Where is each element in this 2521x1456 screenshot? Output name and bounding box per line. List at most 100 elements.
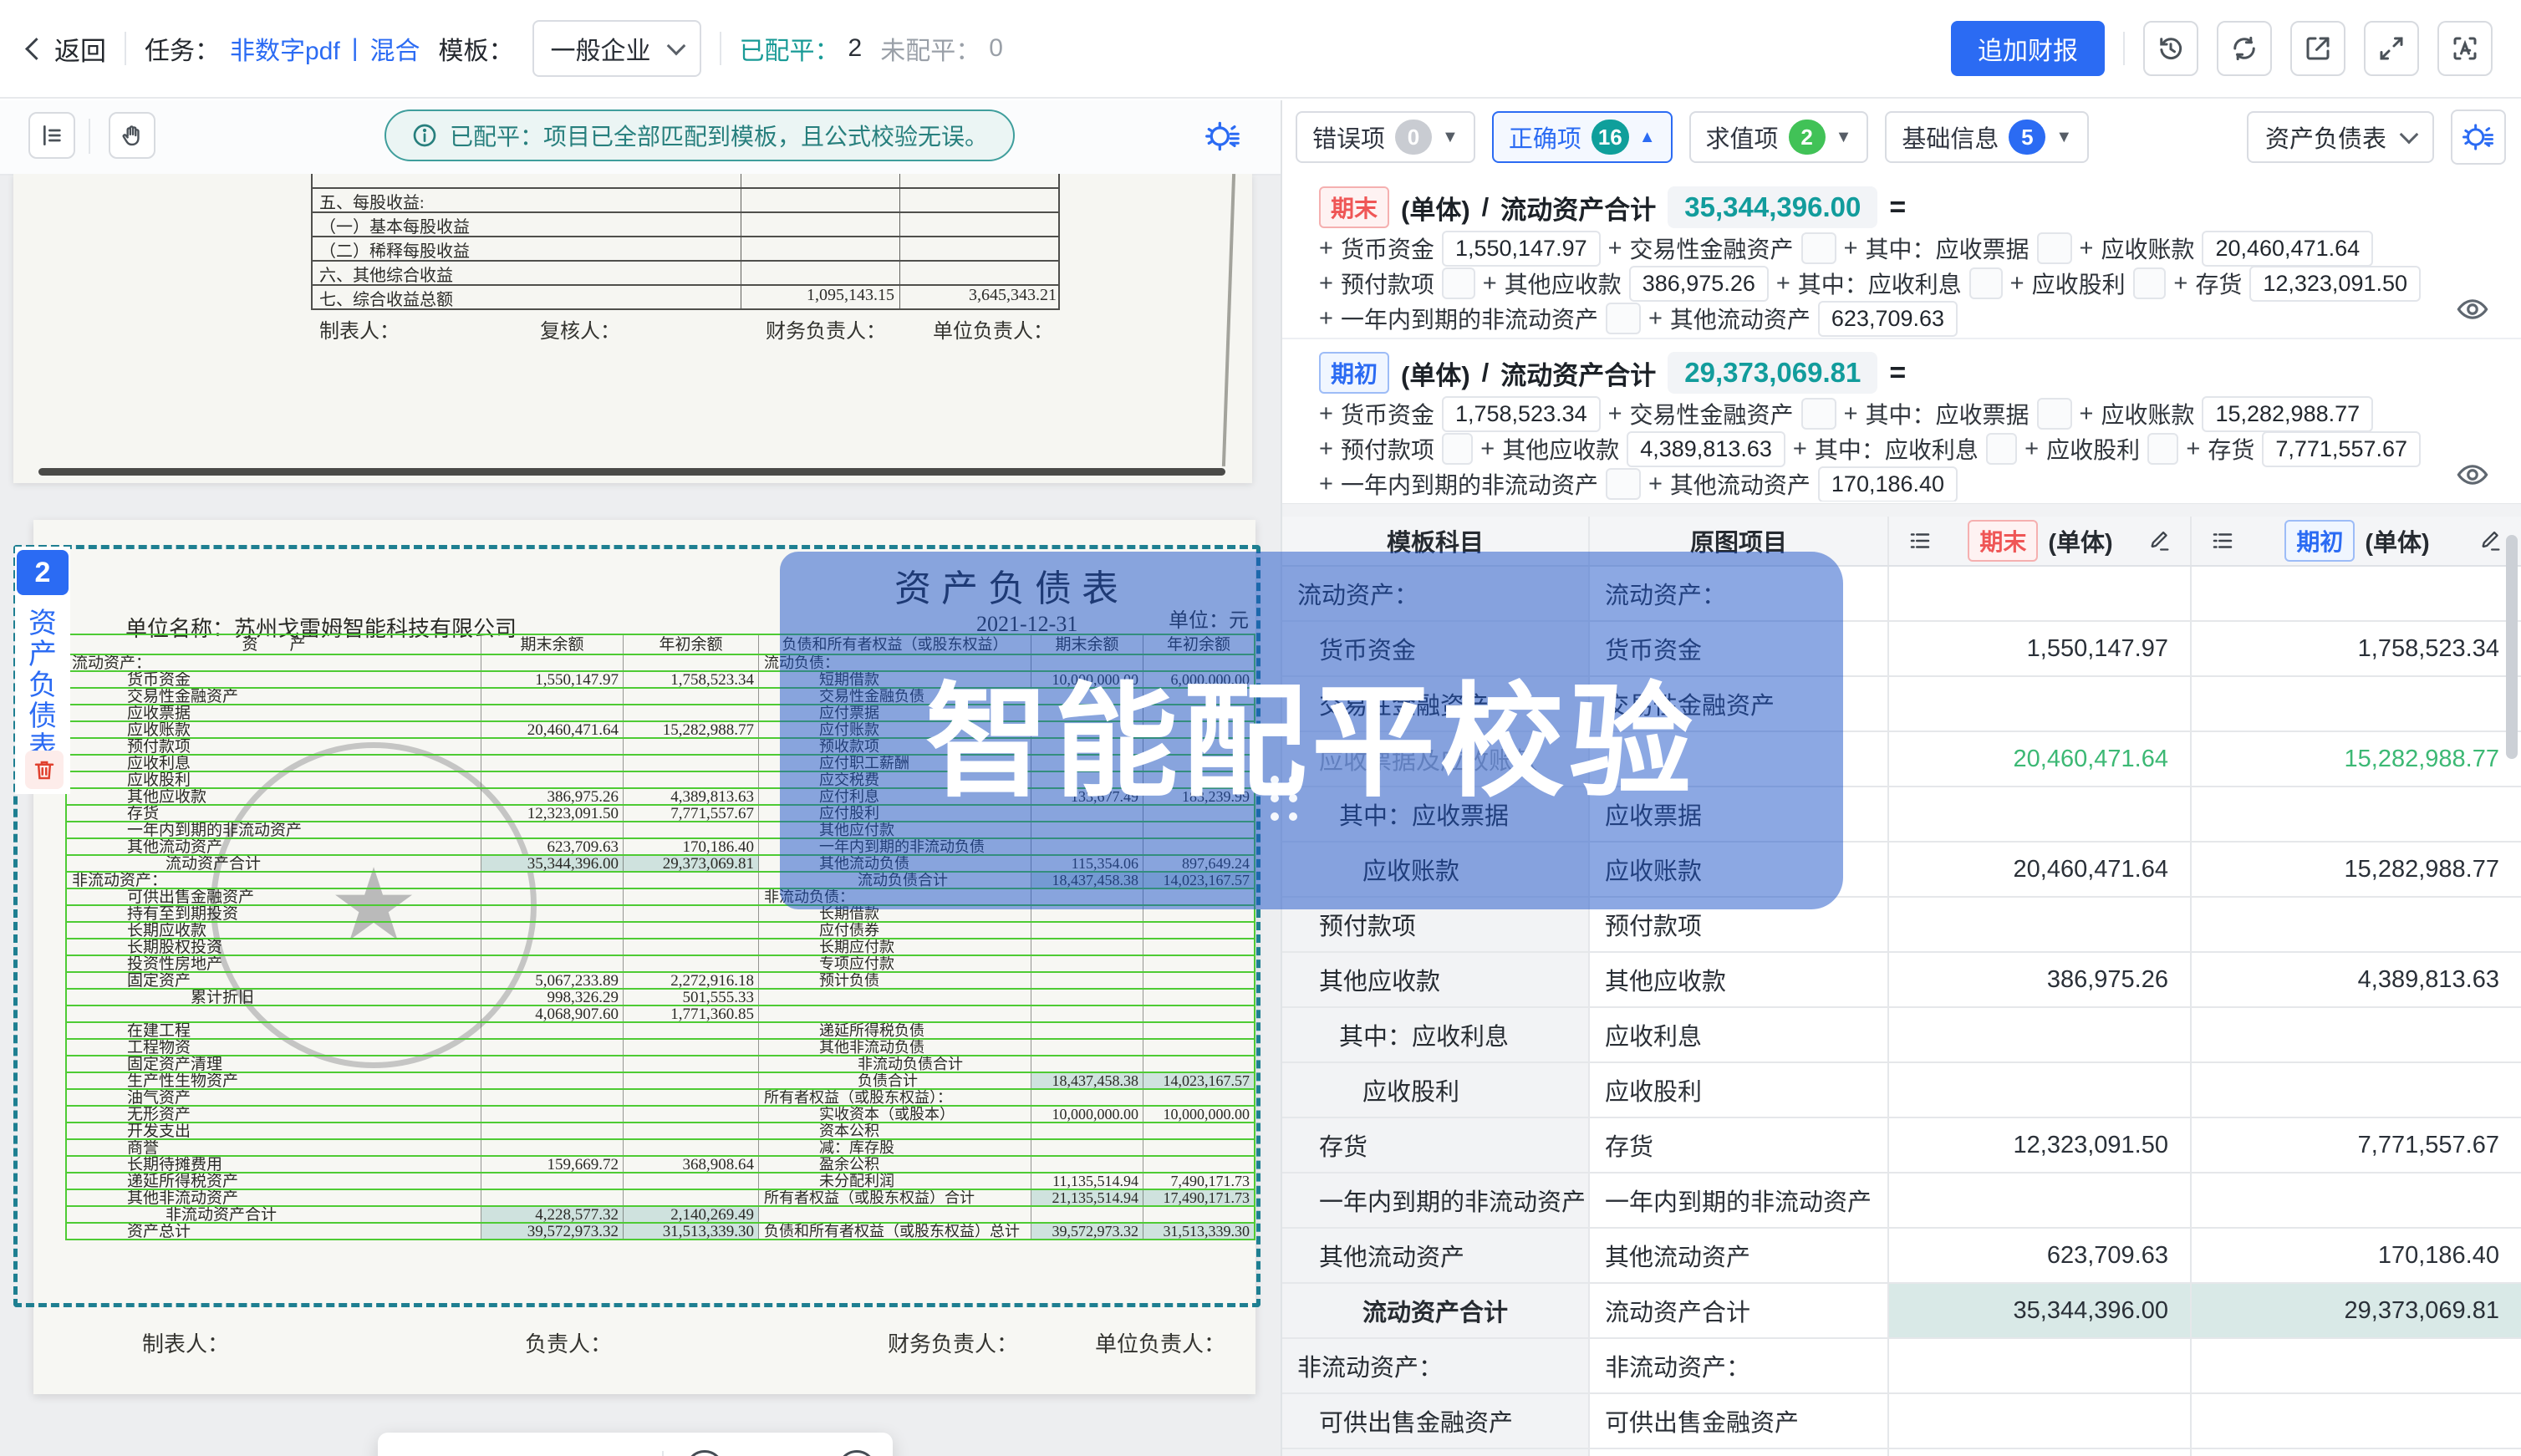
filter-basic-info[interactable]: 基础信息5▼	[1885, 111, 2089, 163]
refresh-icon[interactable]	[2217, 21, 2272, 76]
ocr-icon[interactable]	[2437, 21, 2493, 76]
cell-period-end-value[interactable]: 623,709.63	[1889, 1229, 2192, 1282]
cell-period-begin-value[interactable]	[2192, 1063, 2521, 1117]
back-button[interactable]: 返回	[28, 30, 106, 68]
cell-period-end-value[interactable]	[1889, 1449, 2192, 1456]
table-row[interactable]: 一年内到期的非流动资产一年内到期的非流动资产	[1282, 1173, 2521, 1229]
formula-term-value[interactable]: 623,709.63	[1818, 301, 1958, 337]
formula-term-value[interactable]: 386,975.26	[1629, 266, 1769, 302]
formula-term-value[interactable]	[1606, 468, 1641, 500]
filter-correct[interactable]: 正确项16▲	[1492, 111, 1673, 163]
list-icon[interactable]	[2210, 528, 2235, 553]
overlay-drag-handle-icon[interactable]	[1271, 776, 1297, 821]
cell-period-begin-value[interactable]	[2192, 1339, 2521, 1392]
table-row[interactable]: 可供出售金融资产可供出售金融资产	[1282, 1394, 2521, 1449]
cell-period-end-value[interactable]: 386,975.26	[1889, 953, 2192, 1006]
formula-term-value[interactable]	[1606, 303, 1641, 334]
zoom-out-button[interactable]: −	[685, 1450, 724, 1456]
cell-period-end-value[interactable]: 20,460,471.64	[1889, 843, 2192, 896]
table-row[interactable]: 持有至到期投资持有至到期投资	[1282, 1449, 2521, 1456]
formula-term-value[interactable]: 15,282,988.77	[2202, 396, 2373, 432]
formula-term-value[interactable]: 20,460,471.64	[2202, 231, 2373, 267]
cell-period-end-value[interactable]: 12,323,091.50	[1889, 1118, 2192, 1172]
cell-period-end-value[interactable]: 1,550,147.97	[1889, 622, 2192, 675]
cell-period-begin-value[interactable]: 170,186.40	[2192, 1229, 2521, 1282]
formula-term-value[interactable]	[2133, 267, 2167, 299]
cell-period-begin-value[interactable]	[2192, 1449, 2521, 1456]
scan-asset-value	[481, 889, 624, 904]
cell-period-end-value[interactable]: 35,344,396.00	[1889, 1284, 2192, 1337]
sheet-type-select[interactable]: 资产负债表	[2247, 111, 2434, 163]
cell-period-end-value[interactable]	[1889, 1394, 2192, 1448]
cell-period-end-value[interactable]: 20,460,471.64	[1889, 732, 2192, 786]
table-row[interactable]: 其他流动资产其他流动资产623,709.63170,186.40	[1282, 1229, 2521, 1284]
eye-icon[interactable]	[2454, 456, 2491, 493]
match-rule-icon[interactable]	[1202, 115, 1244, 157]
cell-period-begin-value[interactable]	[2192, 1173, 2521, 1227]
add-report-button[interactable]: 追加财报	[1951, 21, 2105, 76]
scrollbar-thumb[interactable]	[2506, 535, 2518, 759]
table-row[interactable]: 其他应收款其他应收款386,975.264,389,813.63	[1282, 953, 2521, 1008]
cell-period-end-value[interactable]	[1889, 787, 2192, 841]
thumbnail-list-icon[interactable]	[28, 112, 75, 159]
cell-period-begin-value[interactable]: 4,389,813.63	[2192, 953, 2521, 1006]
formula-term-value[interactable]	[2037, 398, 2072, 430]
formula-term-value[interactable]: 4,389,813.63	[1627, 431, 1785, 467]
formula-term-value[interactable]	[1801, 232, 1836, 264]
cell-period-begin-value[interactable]	[2192, 677, 2521, 731]
formula-total-value[interactable]: 29,373,069.81	[1668, 352, 1877, 394]
formula-term-value[interactable]	[1801, 398, 1836, 430]
cell-period-end-value[interactable]	[1889, 1063, 2192, 1117]
formula-term-value[interactable]: 1,550,147.97	[1442, 231, 1601, 267]
template-select[interactable]: 一般企业	[532, 20, 701, 77]
list-icon[interactable]	[1907, 528, 1933, 553]
cell-period-begin-value[interactable]	[2192, 898, 2521, 951]
cell-period-end-value[interactable]	[1889, 1008, 2192, 1061]
cell-period-begin-value[interactable]: 15,282,988.77	[2192, 843, 2521, 896]
formula-term-value[interactable]	[2147, 433, 2178, 465]
fullscreen-icon[interactable]	[2364, 21, 2419, 76]
filter-evaluated[interactable]: 求值项2▼	[1689, 111, 1869, 163]
formula-term-value[interactable]: 1,758,523.34	[1442, 396, 1601, 432]
formula-term-value[interactable]: 170,186.40	[1818, 466, 1958, 502]
cell-period-end-value[interactable]	[1889, 1339, 2192, 1392]
selection-index-badge[interactable]: 2	[17, 550, 69, 595]
match-settings-icon[interactable]	[2451, 109, 2506, 165]
formula-total-value[interactable]: 35,344,396.00	[1668, 186, 1877, 228]
cell-period-begin-value[interactable]	[2192, 1008, 2521, 1061]
cell-period-begin-value[interactable]: 29,373,069.81	[2192, 1284, 2521, 1337]
formula-term-value[interactable]: 7,771,557.67	[2262, 431, 2421, 467]
filter-errors[interactable]: 错误项0▼	[1296, 111, 1475, 163]
table-row[interactable]: 存货存货12,323,091.507,771,557.67	[1282, 1118, 2521, 1173]
formula-term-value[interactable]	[1442, 433, 1473, 465]
table-row[interactable]: 非流动资产：非流动资产：	[1282, 1339, 2521, 1394]
hand-tool-icon[interactable]	[109, 112, 155, 159]
table-row[interactable]: 流动资产合计流动资产合计35,344,396.0029,373,069.81	[1282, 1284, 2521, 1339]
export-icon[interactable]	[2290, 21, 2345, 76]
cell-period-begin-value[interactable]	[2192, 567, 2521, 620]
cell-period-end-value[interactable]	[1889, 567, 2192, 620]
formula-term-label: 其中：应收票据	[1866, 397, 2030, 430]
scan-asset-label: 其他非流动资产	[67, 1190, 481, 1205]
cell-period-begin-value[interactable]: 15,282,988.77	[2192, 732, 2521, 786]
cell-period-begin-value[interactable]: 7,771,557.67	[2192, 1118, 2521, 1172]
cell-period-end-value[interactable]	[1889, 898, 2192, 951]
formula-term-value[interactable]	[2037, 232, 2072, 264]
table-row[interactable]: 其中：应收利息应收利息	[1282, 1008, 2521, 1063]
cell-period-end-value[interactable]	[1889, 1173, 2192, 1227]
cell-period-begin-value[interactable]	[2192, 787, 2521, 841]
cell-period-end-value[interactable]	[1889, 677, 2192, 731]
table-row[interactable]: 应收股利应收股利	[1282, 1063, 2521, 1118]
eye-icon[interactable]	[2454, 291, 2491, 328]
edit-pencil-icon[interactable]	[2148, 529, 2172, 552]
trash-icon[interactable]	[25, 751, 64, 789]
formula-term-value[interactable]: 12,323,091.50	[2249, 266, 2421, 302]
history-icon[interactable]	[2143, 21, 2198, 76]
formula-term-value[interactable]	[1969, 267, 2003, 299]
cell-period-begin-value[interactable]: 1,758,523.34	[2192, 622, 2521, 675]
formula-term-value[interactable]	[1986, 433, 2017, 465]
formula-term-value[interactable]	[1442, 267, 1475, 299]
cell-period-begin-value[interactable]	[2192, 1394, 2521, 1448]
edit-pencil-icon[interactable]	[2479, 529, 2503, 552]
zoom-in-button[interactable]: +	[838, 1450, 876, 1456]
